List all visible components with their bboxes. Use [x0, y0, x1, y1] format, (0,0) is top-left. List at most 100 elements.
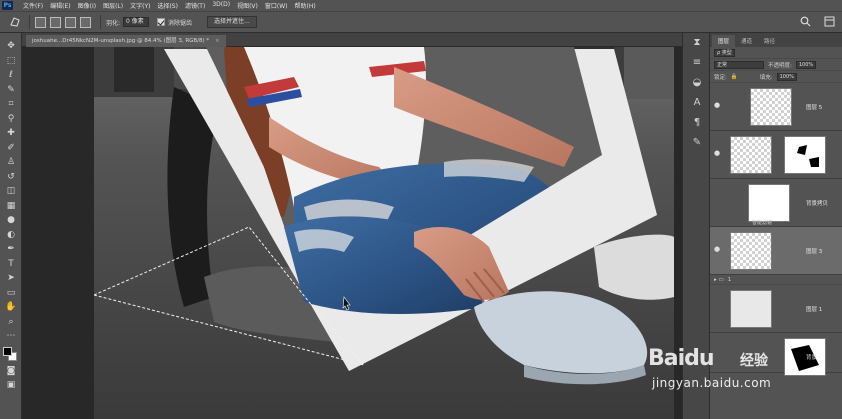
select-and-mask-button[interactable]: 选择并遮住... — [207, 16, 257, 28]
baidu-watermark: Baidu 经验 jingyan.baidu.com — [640, 340, 790, 400]
tab-paths[interactable]: 路径 — [758, 35, 781, 47]
pen-icon[interactable]: ✒ — [0, 242, 22, 257]
opacity-label: 不透明度: — [768, 62, 792, 69]
brush-panel-icon[interactable]: ✎ — [683, 133, 711, 153]
screen-mode-icon[interactable]: ▣ — [0, 378, 22, 393]
photo-artwork — [94, 47, 674, 419]
group-name: 1 — [727, 276, 732, 283]
layer-row[interactable]: 背景拷贝 智能滤镜 — [710, 179, 842, 227]
move-icon[interactable]: ✥ — [0, 39, 22, 54]
character-panel-icon[interactable]: A — [683, 93, 711, 113]
folder-icon: ▸ ▭ — [714, 276, 724, 283]
eraser-icon[interactable]: ◫ — [0, 184, 22, 199]
menu-window[interactable]: 窗口(W) — [265, 1, 288, 10]
document-canvas[interactable] — [94, 47, 674, 419]
layer-name: 图层 3 — [806, 249, 823, 255]
workspace-icon[interactable] — [822, 16, 836, 30]
paragraph-panel-icon[interactable]: ¶ — [683, 113, 711, 133]
menu-file[interactable]: 文件(F) — [23, 1, 43, 10]
fill-label: 填充: — [759, 74, 773, 81]
blend-row: 正常 不透明度: 100% — [710, 59, 842, 71]
foreground-color-swatch[interactable] — [3, 346, 12, 356]
type-icon[interactable]: T — [0, 257, 22, 272]
visibility-eye-icon[interactable]: ● — [714, 149, 720, 157]
tab-layers[interactable]: 图层 — [712, 35, 736, 47]
visibility-eye-icon[interactable]: ● — [714, 245, 720, 253]
layer-filter-row: ρ 类型 — [710, 47, 842, 59]
watermark-brand: Baidu — [648, 346, 715, 371]
brush-icon[interactable]: ✐ — [0, 141, 22, 156]
layer-thumbnail — [730, 290, 772, 328]
quick-mask-icon[interactable]: ◙ — [0, 364, 22, 379]
zoom-icon[interactable]: ⌕ — [0, 315, 22, 330]
search-icon[interactable] — [798, 16, 812, 30]
layer-row[interactable]: ● — [710, 131, 842, 179]
menu-help[interactable]: 帮助(H) — [295, 1, 316, 10]
hand-icon[interactable]: ✋ — [0, 300, 22, 315]
layer-thumbnail — [784, 338, 826, 376]
antialias-checkbox[interactable] — [157, 18, 166, 26]
options-bar: 羽化: 0 像素 消除锯齿 选择并遮住... — [0, 11, 842, 33]
properties-panel-icon[interactable]: ≡ — [683, 53, 711, 73]
document-tab[interactable]: joshuahe...Dr45NkcN2M-unsplash.jpg @ 84.… — [26, 35, 226, 47]
layer-thumbnail — [750, 88, 792, 126]
healing-icon[interactable]: ✚ — [0, 126, 22, 141]
layer-group-row[interactable]: ▸ ▭ 1 — [710, 275, 842, 285]
eyedropper-icon[interactable]: ⚲ — [0, 112, 22, 127]
blur-icon[interactable]: ● — [0, 213, 22, 228]
smart-filter-thumbnail — [748, 184, 790, 222]
menu-edit[interactable]: 编辑(E) — [50, 1, 70, 10]
shape-icon[interactable]: ▭ — [0, 286, 22, 301]
menu-image[interactable]: 图像(I) — [78, 1, 96, 10]
blend-mode-select[interactable]: 正常 — [714, 60, 764, 69]
layer-mask-thumbnail — [784, 136, 826, 174]
gradient-icon[interactable]: ▦ — [0, 199, 22, 214]
add-selection-mode-button[interactable] — [50, 16, 61, 28]
more-tools-icon[interactable]: ⋯ — [0, 329, 22, 344]
lock-icon[interactable]: 🔒 — [731, 74, 738, 80]
history-panel-icon[interactable]: ⧗ — [683, 33, 711, 53]
layer-row-selected[interactable]: ● 图层 3 — [710, 227, 842, 275]
new-selection-mode-button[interactable] — [35, 16, 46, 28]
menu-filter[interactable]: 滤镜(T) — [185, 1, 205, 10]
visibility-eye-icon[interactable]: ● — [714, 101, 720, 109]
tab-channels[interactable]: 通道 — [735, 35, 758, 47]
layer-name: 图层 1 — [806, 307, 823, 313]
lock-row: 锁定: 🔒 填充: 100% — [710, 71, 842, 83]
feather-label: 羽化: — [106, 19, 121, 27]
layer-row[interactable]: 图层 1 — [710, 285, 842, 333]
layer-thumbnail — [730, 136, 772, 174]
opacity-input[interactable]: 100% — [795, 60, 817, 69]
close-icon[interactable]: × — [215, 38, 220, 44]
dodge-icon[interactable]: ◐ — [0, 228, 22, 243]
marquee-icon[interactable]: ⬚ — [0, 54, 22, 69]
menu-items: 文件(F) 编辑(E) 图像(I) 图层(L) 文字(Y) 选择(S) 滤镜(T… — [23, 1, 316, 10]
path-select-icon[interactable]: ➤ — [0, 271, 22, 286]
stamp-icon[interactable]: ♙ — [0, 155, 22, 170]
lasso-icon[interactable]: ℓ — [0, 68, 22, 83]
crop-icon[interactable]: ⌗ — [0, 97, 22, 112]
adjustments-panel-icon[interactable]: ◒ — [683, 73, 711, 93]
layer-kind-select[interactable]: ρ 类型 — [714, 48, 735, 57]
feather-input[interactable]: 0 像素 — [123, 17, 150, 27]
fill-input[interactable]: 100% — [776, 72, 797, 81]
menu-select[interactable]: 选择(S) — [157, 1, 178, 10]
polygonal-lasso-icon[interactable] — [6, 15, 24, 29]
canvas-area[interactable] — [22, 47, 682, 419]
quick-select-icon[interactable]: ✎ — [0, 83, 22, 98]
intersect-selection-mode-button[interactable] — [80, 16, 91, 28]
watermark-url: jingyan.baidu.com — [652, 376, 772, 390]
color-swatches[interactable] — [0, 344, 22, 364]
smart-filters-label: 智能滤镜 — [752, 220, 773, 226]
layer-name: 背景 — [806, 355, 818, 361]
history-brush-icon[interactable]: ↺ — [0, 170, 22, 185]
separator — [29, 15, 30, 29]
separator — [100, 15, 101, 29]
menu-3d[interactable]: 3D(D) — [212, 1, 230, 10]
menu-type[interactable]: 文字(Y) — [130, 1, 150, 10]
subtract-selection-mode-button[interactable] — [65, 16, 76, 28]
menu-layer[interactable]: 图层(L) — [103, 1, 123, 10]
options-right — [798, 16, 836, 30]
menu-view[interactable]: 视图(V) — [237, 1, 258, 10]
layer-row[interactable]: ● 图层 5 — [710, 83, 842, 131]
